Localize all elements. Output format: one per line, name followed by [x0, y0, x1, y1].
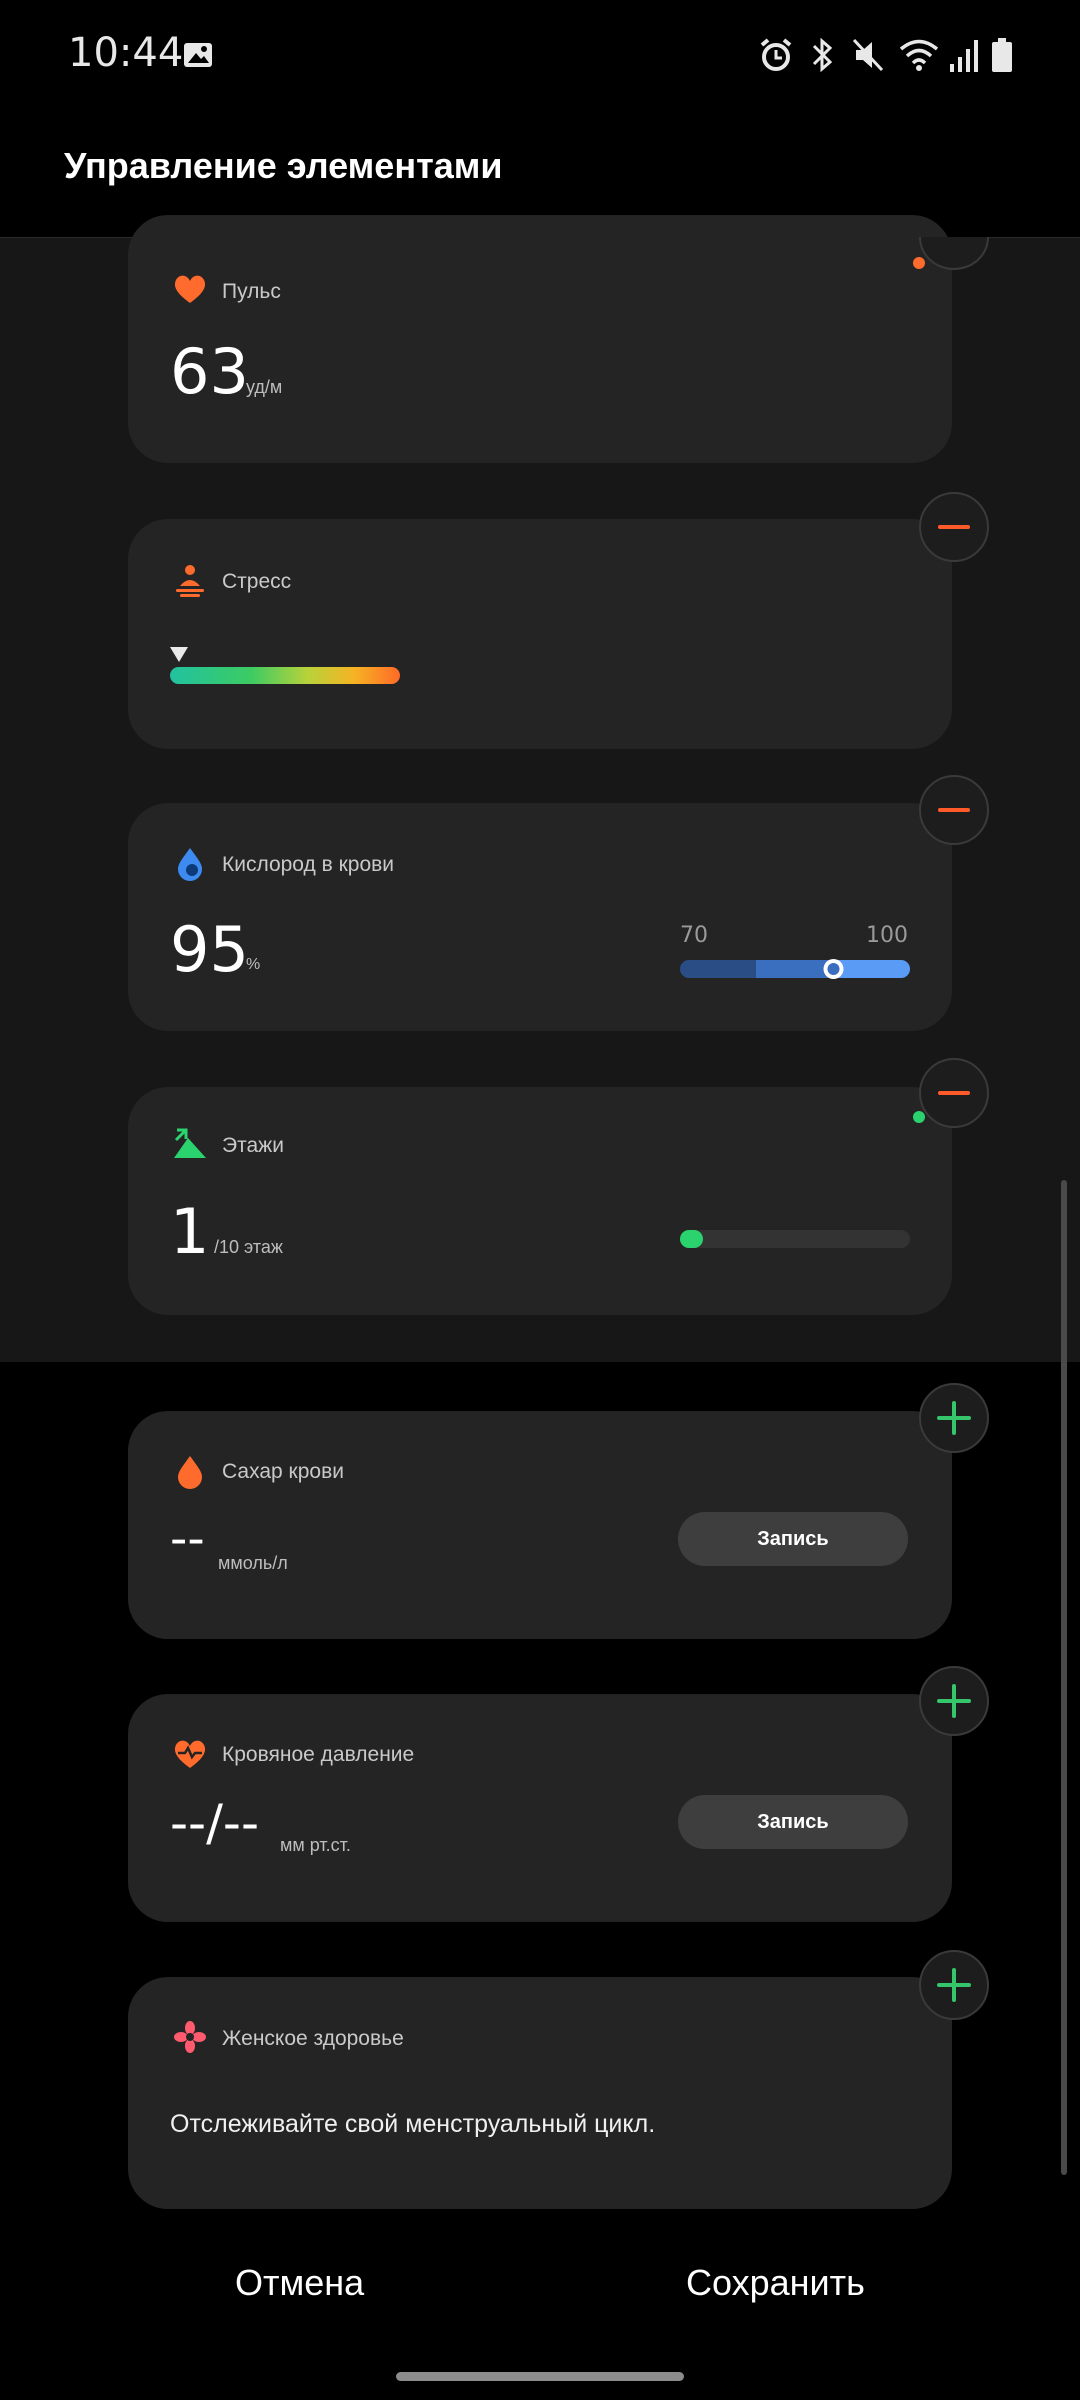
signal-icon — [950, 40, 978, 72]
blood-sugar-value: -- — [170, 1511, 205, 1567]
add-blood-pressure-button[interactable] — [919, 1666, 989, 1736]
image-icon — [184, 43, 212, 67]
blood-sugar-card[interactable]: Сахар крови -- ммоль/л Запись — [128, 1411, 952, 1639]
plus-icon — [937, 1684, 971, 1718]
cancel-button[interactable]: Отмена — [235, 2262, 364, 2304]
remove-stress-button[interactable] — [919, 492, 989, 562]
womens-health-icon — [174, 2021, 206, 2053]
heart-icon — [174, 275, 206, 303]
scrollbar[interactable] — [1061, 1180, 1067, 2175]
pulse-unit: уд/м — [246, 377, 283, 397]
oxygen-range-max: 100 — [866, 923, 908, 948]
remove-pulse-button[interactable] — [919, 237, 989, 270]
blood-pressure-card[interactable]: Кровяное давление --/-- мм рт.ст. Запись — [128, 1694, 952, 1922]
floors-unit: /10 этаж — [214, 1237, 283, 1257]
stress-marker — [170, 647, 188, 662]
status-time: 10:44 — [68, 30, 184, 76]
floors-value: 1 — [170, 1195, 210, 1268]
stress-icon — [176, 565, 204, 597]
womens-health-card[interactable]: Женское здоровье Отслеживайте свой менст… — [128, 1977, 952, 2209]
alarm-icon — [760, 38, 792, 71]
blood-pressure-value: --/-- — [170, 1794, 260, 1852]
home-indicator[interactable] — [396, 2372, 684, 2381]
page-title: Управление элементами — [64, 145, 503, 186]
oxygen-unit: % — [246, 956, 261, 973]
blood-pressure-title: Кровяное давление — [222, 1743, 415, 1766]
remove-floors-button[interactable] — [919, 1058, 989, 1128]
stress-level-bar — [170, 647, 400, 684]
plus-icon — [937, 1401, 971, 1435]
blood-pressure-unit: мм рт.ст. — [280, 1835, 351, 1855]
pulse-title: Пульс — [222, 280, 281, 303]
plus-icon — [937, 1968, 971, 2002]
oxygen-range-min: 70 — [680, 923, 708, 948]
blood-sugar-record-button[interactable]: Запись — [678, 1512, 908, 1566]
add-blood-sugar-button[interactable] — [919, 1383, 989, 1453]
pulse-card[interactable]: Пульс 63 уд/м — [128, 215, 952, 463]
blood-oxygen-card[interactable]: Кислород в крови 95 % 70 100 — [128, 803, 952, 1031]
stress-title: Стресс — [222, 570, 292, 593]
oxygen-drop-icon — [178, 848, 202, 881]
blood-sugar-title: Сахар крови — [222, 1460, 344, 1483]
blood-pressure-record-button[interactable]: Запись — [678, 1795, 908, 1849]
blood-pressure-icon — [174, 1740, 206, 1768]
blood-sugar-icon — [178, 1456, 202, 1489]
oxygen-title: Кислород в крови — [222, 853, 395, 876]
floors-title: Этажи — [222, 1134, 284, 1157]
minus-icon — [938, 525, 970, 529]
save-button[interactable]: Сохранить — [686, 2262, 865, 2304]
oxygen-value: 95 — [170, 913, 249, 986]
minus-icon — [938, 808, 970, 812]
floors-card[interactable]: Этажи 1 /10 этаж — [128, 1087, 952, 1315]
oxygen-range-bar — [680, 959, 910, 979]
pulse-value: 63 — [170, 335, 249, 408]
floors-progress-bar — [680, 1230, 910, 1248]
wifi-icon — [899, 39, 939, 71]
floors-indicator-dot — [913, 1111, 925, 1123]
pulse-indicator-dot — [913, 257, 925, 269]
mute-icon — [852, 38, 884, 72]
status-bar: 10:44 — [0, 0, 1080, 110]
stress-card[interactable]: Стресс — [128, 519, 952, 749]
minus-icon — [938, 1091, 970, 1095]
blood-sugar-unit: ммоль/л — [218, 1553, 288, 1573]
remove-oxygen-button[interactable] — [919, 775, 989, 845]
floors-icon — [174, 1128, 206, 1158]
battery-icon — [992, 38, 1012, 72]
womens-health-title: Женское здоровье — [222, 2027, 404, 2050]
bluetooth-icon — [812, 37, 833, 73]
womens-health-text: Отслеживайте свой менструальный цикл. — [170, 2110, 656, 2138]
add-womens-health-button[interactable] — [919, 1950, 989, 2020]
